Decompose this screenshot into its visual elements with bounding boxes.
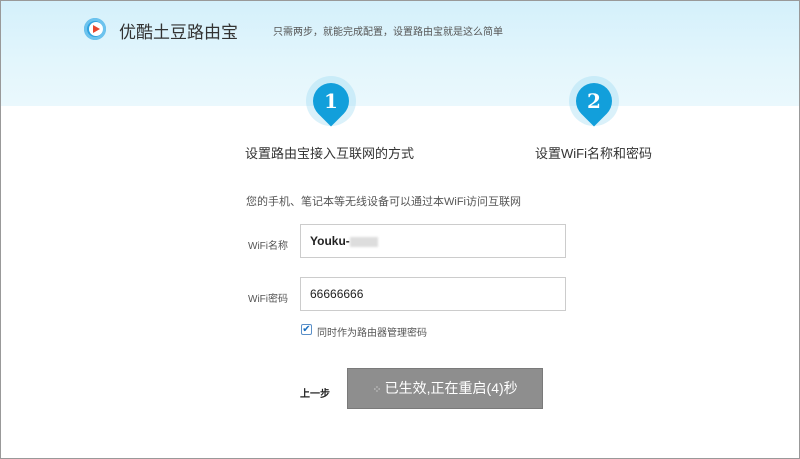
submit-button[interactable]: ⁘ 已生效,正在重启(4)秒 (347, 368, 543, 409)
wifi-name-input[interactable]: Youku- (300, 224, 566, 258)
step-2-marker-icon: 2 (568, 75, 620, 127)
step-2-label: 设置WiFi名称和密码 (535, 146, 652, 161)
admin-password-checkbox-label[interactable]: 同时作为路由器管理密码 (317, 324, 427, 339)
wifi-password-label: WiFi密码 (248, 294, 288, 305)
spinner-icon: ⁘ (372, 384, 385, 396)
step-1-marker-icon: 1 (305, 75, 357, 127)
wifi-name-label: WiFi名称 (248, 241, 288, 252)
header-banner (1, 1, 799, 106)
prev-step-button[interactable]: 上一步 (300, 385, 330, 400)
form-description: 您的手机、笔记本等无线设备可以通过本WiFi访问互联网 (246, 196, 521, 208)
slogan: 只需两步，就能完成配置，设置路由宝就是这么简单 (273, 27, 503, 38)
wifi-password-input[interactable]: 66666666 (300, 277, 566, 311)
brand-name: 优酷土豆路由宝 (119, 23, 238, 42)
admin-password-checkbox[interactable]: ✔ (301, 324, 312, 335)
step-1-label: 设置路由宝接入互联网的方式 (245, 146, 415, 161)
logo-icon (84, 18, 106, 40)
redacted-blur (349, 236, 378, 247)
